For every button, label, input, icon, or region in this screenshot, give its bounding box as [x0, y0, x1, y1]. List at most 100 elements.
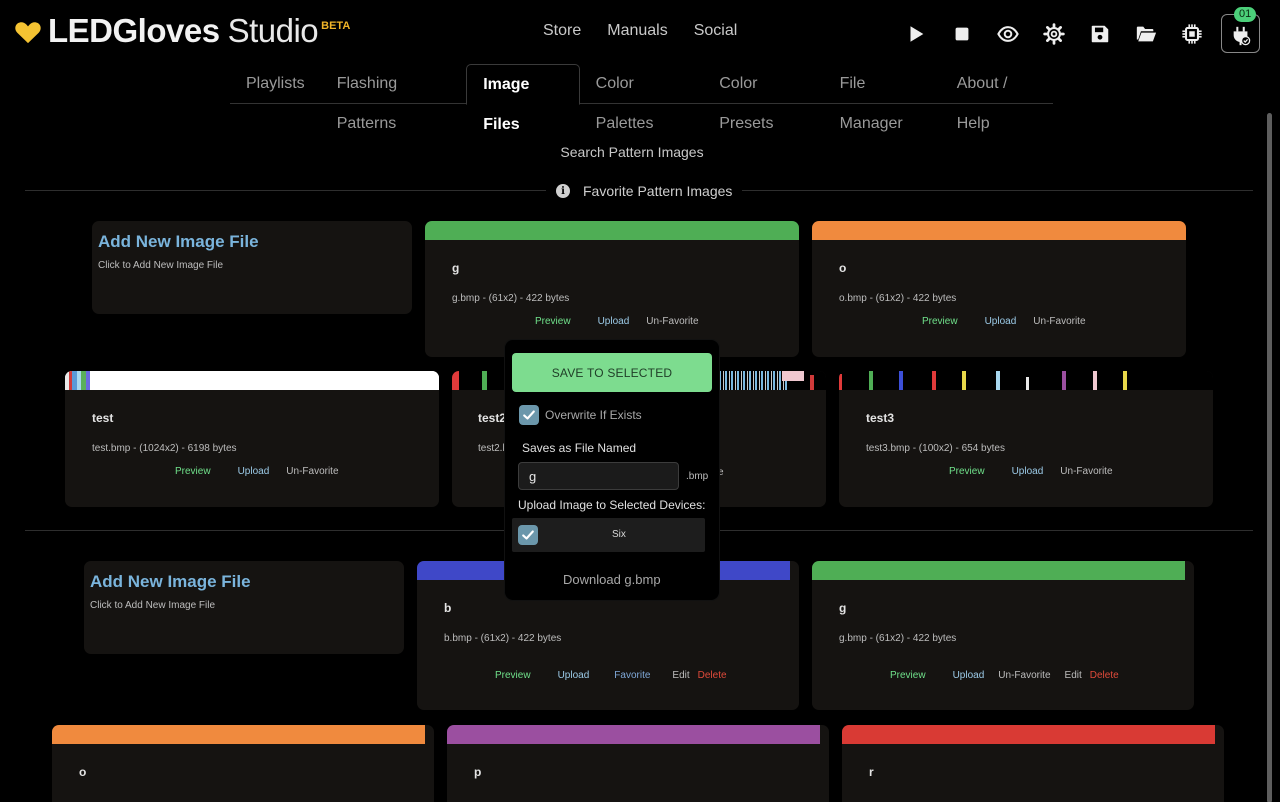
upload-link[interactable]: Upload [1012, 466, 1044, 477]
download-link[interactable]: Download g.bmp [563, 572, 661, 587]
preview-link[interactable]: Preview [949, 466, 985, 477]
file-extension: .bmp [686, 471, 709, 482]
preview-link[interactable]: Preview [922, 316, 958, 327]
image-info: test.bmp - (1024x2) - 6198 bytes [92, 443, 237, 454]
favorites-title: Favorite Pattern Images [583, 183, 733, 199]
device-name: Six [612, 529, 626, 540]
unfavorite-link[interactable]: Un-Favorite [646, 316, 698, 327]
edit-link[interactable]: Edit [672, 670, 689, 681]
image-info: g.bmp - (61x2) - 422 bytes [452, 293, 570, 304]
overwrite-option[interactable]: Overwrite If Exists [519, 405, 642, 425]
device-row[interactable]: Six [512, 518, 705, 552]
color-preview-bar [52, 725, 425, 744]
preview-link[interactable]: Preview [175, 466, 211, 477]
top-nav: Store Manuals Social [530, 20, 750, 42]
nav-social[interactable]: Social [681, 20, 751, 42]
image-card[interactable]: o [52, 725, 434, 802]
image-name: b [444, 601, 452, 615]
image-name: o [839, 261, 847, 275]
tab-image-files[interactable]: Image Files [466, 64, 580, 133]
search-pattern-images[interactable]: Search Pattern Images [0, 144, 1264, 160]
page-scrollbar[interactable] [1267, 113, 1272, 802]
preview-link[interactable]: Preview [890, 670, 926, 681]
logo-text: LEDGloves Studio [48, 12, 319, 49]
color-preview-bar [812, 221, 1186, 240]
favorite-link[interactable]: Favorite [614, 670, 650, 681]
image-card[interactable]: test test.bmp - (1024x2) - 6198 bytes Pr… [65, 371, 439, 507]
save-to-selected-button[interactable]: SAVE TO SELECTED [512, 353, 712, 392]
upload-devices-label: Upload Image to Selected Devices: [518, 498, 706, 512]
image-card[interactable]: o o.bmp - (61x2) - 422 bytes Preview Upl… [812, 221, 1186, 357]
upload-link[interactable]: Upload [238, 466, 270, 477]
image-info: test3.bmp - (100x2) - 654 bytes [866, 443, 1005, 454]
checkmark-icon [523, 410, 535, 420]
play-icon [910, 25, 924, 42]
preview-button[interactable] [991, 17, 1025, 51]
beta-badge: BETA [321, 20, 351, 32]
gear-icon [1043, 22, 1065, 45]
info-icon[interactable]: i [556, 184, 570, 198]
nav-store[interactable]: Store [530, 20, 594, 42]
stop-icon [955, 27, 969, 40]
image-name: test [92, 411, 114, 425]
overwrite-checkbox[interactable] [519, 405, 539, 425]
filename-input[interactable] [518, 462, 679, 490]
image-preview-strip [839, 371, 1213, 390]
add-image-subtitle: Click to Add New Image File [98, 260, 224, 271]
image-name: o [79, 765, 87, 779]
tab-color-palettes[interactable]: Color Palettes [580, 64, 704, 132]
settings-button[interactable] [1037, 17, 1071, 51]
upload-link[interactable]: Upload [598, 316, 630, 327]
image-card[interactable]: test3 test3.bmp - (100x2) - 654 bytes Pr… [839, 371, 1213, 507]
add-image-subtitle: Click to Add New Image File [90, 600, 216, 611]
upload-link[interactable]: Upload [953, 670, 985, 681]
tab-playlists[interactable]: Playlists [230, 64, 321, 103]
image-name: test3 [866, 411, 895, 425]
image-card[interactable]: g g.bmp - (61x2) - 422 bytes Preview Upl… [425, 221, 799, 357]
image-info: o.bmp - (61x2) - 422 bytes [839, 293, 957, 304]
tab-flashing-patterns[interactable]: Flashing Patterns [321, 64, 467, 132]
color-preview-bar [812, 561, 1185, 580]
unfavorite-link[interactable]: Un-Favorite [286, 466, 338, 477]
unfavorite-link[interactable]: Un-Favorite [1033, 316, 1085, 327]
edit-link[interactable]: Edit [1065, 670, 1082, 681]
upload-popup: SAVE TO SELECTED Overwrite If Exists Sav… [505, 340, 719, 600]
play-button[interactable] [899, 17, 933, 51]
image-card[interactable]: g g.bmp - (61x2) - 422 bytes Preview Upl… [812, 561, 1194, 710]
add-image-title: Add New Image File [98, 232, 259, 251]
stop-button[interactable] [945, 17, 979, 51]
save-icon [1091, 25, 1109, 42]
tab-about-help[interactable]: About / Help [941, 64, 1053, 132]
device-checkbox[interactable] [518, 525, 538, 545]
save-button[interactable] [1083, 17, 1117, 51]
nav-manuals[interactable]: Manuals [594, 20, 680, 42]
image-name: r [869, 765, 874, 779]
delete-link[interactable]: Delete [1090, 670, 1119, 681]
hardware-button[interactable] [1175, 17, 1209, 51]
upload-link[interactable]: Upload [985, 316, 1017, 327]
upload-link[interactable]: Upload [558, 670, 590, 681]
image-info: b.bmp - (61x2) - 422 bytes [444, 633, 562, 644]
tab-color-presets[interactable]: Color Presets [703, 64, 823, 132]
image-preview-strip [65, 371, 439, 390]
preview-link[interactable]: Preview [495, 670, 531, 681]
image-info: test2.b [478, 443, 509, 454]
image-card[interactable]: r [842, 725, 1224, 802]
device-connect-button[interactable]: 01 [1221, 7, 1260, 53]
image-name: p [474, 765, 482, 779]
heart-icon [15, 22, 41, 44]
preview-link[interactable]: Preview [535, 316, 571, 327]
add-image-card[interactable]: Add New Image File Click to Add New Imag… [92, 221, 412, 314]
add-image-card[interactable]: Add New Image File Click to Add New Imag… [84, 561, 404, 654]
main-tabs: Playlists Flashing Patterns Image Files … [230, 64, 1053, 133]
delete-link[interactable]: Delete [698, 670, 727, 681]
image-card[interactable]: p [447, 725, 829, 802]
image-name: test2 [478, 411, 507, 425]
unfavorite-link[interactable]: Un-Favorite [998, 670, 1050, 681]
color-preview-bar [842, 725, 1215, 744]
unfavorite-link[interactable]: Un-Favorite [1060, 466, 1112, 477]
open-folder-button[interactable] [1129, 17, 1163, 51]
tab-file-manager[interactable]: File Manager [824, 64, 941, 132]
image-name: g [839, 601, 847, 615]
toolbar: 01 [887, 7, 1260, 53]
